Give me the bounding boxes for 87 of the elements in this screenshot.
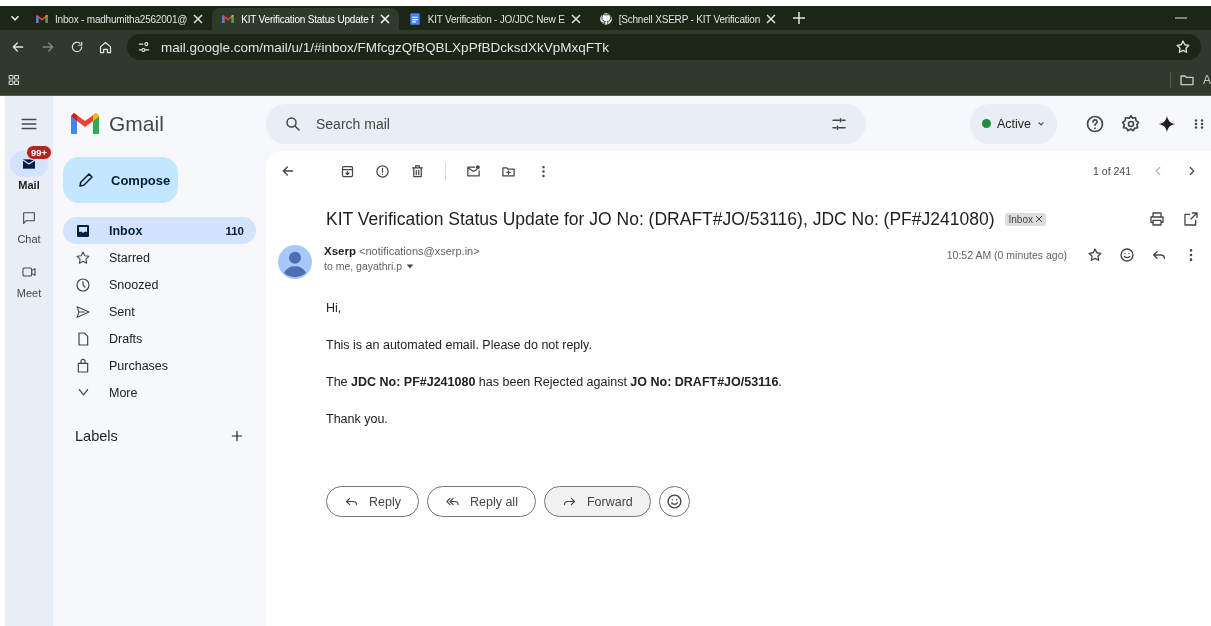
open-in-new-window-icon[interactable] [1183, 211, 1199, 227]
trash-icon[interactable] [410, 163, 425, 179]
body-paragraph: Hi, [326, 300, 343, 317]
recipients-line: to me, gayathri.p [324, 260, 403, 272]
emoji-icon[interactable] [1119, 247, 1135, 263]
video-camera-icon [21, 264, 37, 280]
tab-title: KIT Verification - JO/JDC New E [427, 13, 565, 25]
body-paragraph: Thank you. [326, 411, 389, 428]
chevron-down-icon [77, 387, 89, 398]
address-bar[interactable]: mail.google.com/mail/u/1/#inbox/FMfcgzQfBQBLXpPfBDcksdXkVpMxqFTk [127, 34, 1201, 60]
email-subject: KIT Verification Status Update for JO No: (DRAFT#JO/53116), JDC No: (PF#J241080) [326, 208, 995, 230]
star-icon[interactable] [1087, 247, 1103, 263]
help-icon[interactable] [1085, 113, 1105, 134]
message-action-button[interactable]: Reply [326, 486, 419, 517]
avatar-silhouette-icon [278, 245, 312, 279]
settings-icon[interactable] [1121, 113, 1141, 134]
add-label-plus-icon[interactable] [230, 429, 244, 443]
folder-nav-item[interactable]: Drafts [63, 325, 256, 352]
paper-plane-icon [75, 303, 91, 320]
browser-tab[interactable]: [Schnell XSERP - KIT Verification [589, 8, 786, 30]
labels-heading: Labels [75, 428, 118, 444]
mark-unread-icon[interactable] [466, 163, 481, 179]
archive-icon[interactable] [340, 163, 355, 179]
document-icon [407, 12, 422, 26]
folder-nav-item[interactable]: Starred [63, 244, 256, 271]
inbox-tray-icon [75, 222, 91, 239]
back-arrow-icon[interactable] [10, 39, 26, 55]
sender-line: Xserp <notifications@xserp.in> [324, 245, 480, 257]
close-icon[interactable] [570, 14, 581, 24]
close-icon[interactable] [766, 14, 777, 24]
browser-tab[interactable]: KIT Verification - JO/JDC New E [398, 8, 590, 30]
search-field[interactable]: Search mail [266, 103, 866, 144]
message-action-button[interactable]: Reply all [426, 486, 536, 517]
folder-nav-item[interactable]: More [63, 379, 256, 406]
clock-icon [75, 276, 91, 293]
reload-icon[interactable] [70, 40, 84, 54]
compose-button[interactable]: Compose [63, 157, 178, 203]
folder-nav-item[interactable]: Inbox 110 [63, 217, 256, 244]
sent-time: 10:52 AM (0 minutes ago) [946, 248, 1067, 261]
forward-arrow-icon[interactable] [40, 39, 56, 55]
m-envelope-logo-icon [71, 113, 99, 134]
app-name: Gmail [109, 111, 164, 136]
rail-nav-item[interactable]: Mail 99+ [5, 145, 53, 191]
print-icon[interactable] [1149, 211, 1165, 227]
bookmark-star-icon[interactable] [1175, 39, 1191, 55]
url-text: mail.google.com/mail/u/1/#inbox/FMfcgzQfBQBLXpPfBDcksdXkVpMxqFTk [161, 39, 609, 55]
tab-title: [Schnell XSERP - KIT Verification [618, 13, 761, 25]
close-icon[interactable] [193, 14, 204, 24]
site-settings-icon[interactable] [137, 40, 151, 54]
search-input[interactable]: Search mail [316, 115, 559, 132]
remove-label-icon[interactable] [1036, 216, 1042, 222]
browser-tab[interactable]: KIT Verification Status Update f [212, 8, 399, 30]
emoji-icon [665, 493, 683, 510]
message-action-button[interactable]: Forward [543, 486, 651, 517]
new-tab-plus-icon[interactable] [793, 12, 806, 24]
active-status-dot [981, 119, 991, 128]
home-icon[interactable] [98, 39, 113, 55]
rail-label: Meet [16, 287, 42, 299]
caret-icon[interactable] [406, 262, 415, 270]
rail-label: Chat [17, 233, 41, 245]
folder-nav-item[interactable]: Sent [63, 298, 256, 325]
body-paragraph: This is an automated email. Please do not reply. [326, 337, 593, 354]
speech-bubble-icon [21, 210, 37, 226]
folder-nav-item[interactable]: Purchases [63, 352, 256, 379]
bookmark-folder-label[interactable]: A [1203, 72, 1211, 87]
rail-nav-item[interactable]: Meet [5, 253, 53, 299]
message-position: 1 of 241 [1093, 165, 1131, 177]
unread-count-badge: 99+ [26, 145, 53, 160]
folder-nav-item[interactable]: Snoozed [63, 271, 256, 298]
browser-tab[interactable]: Inbox - madhumitha2562001@ [26, 8, 213, 30]
star-icon [75, 249, 91, 266]
tab-title: KIT Verification Status Update f [241, 13, 374, 25]
shopping-bag-icon [75, 357, 91, 374]
search-icon[interactable] [284, 114, 302, 133]
pencil-icon [77, 171, 95, 189]
apps-grid-icon[interactable] [8, 73, 20, 86]
tab-title: Inbox - madhumitha2562001@ [55, 13, 188, 25]
report-spam-icon[interactable] [375, 163, 390, 179]
unread-count: 110 [225, 224, 244, 237]
status-dropdown[interactable]: Active [969, 103, 1057, 144]
rail-nav-item[interactable]: Chat [5, 199, 53, 245]
inbox-label-chip[interactable]: Inbox [1004, 212, 1046, 226]
chevron-down-icon[interactable] [1037, 119, 1045, 128]
document-icon [75, 330, 91, 347]
rail-label: Mail [18, 179, 40, 191]
body-paragraph: The JDC No: PF#J241080 has been Rejected against JO No: DRAFT#JO/53116. [326, 374, 783, 391]
back-arrow-icon[interactable] [280, 163, 296, 179]
